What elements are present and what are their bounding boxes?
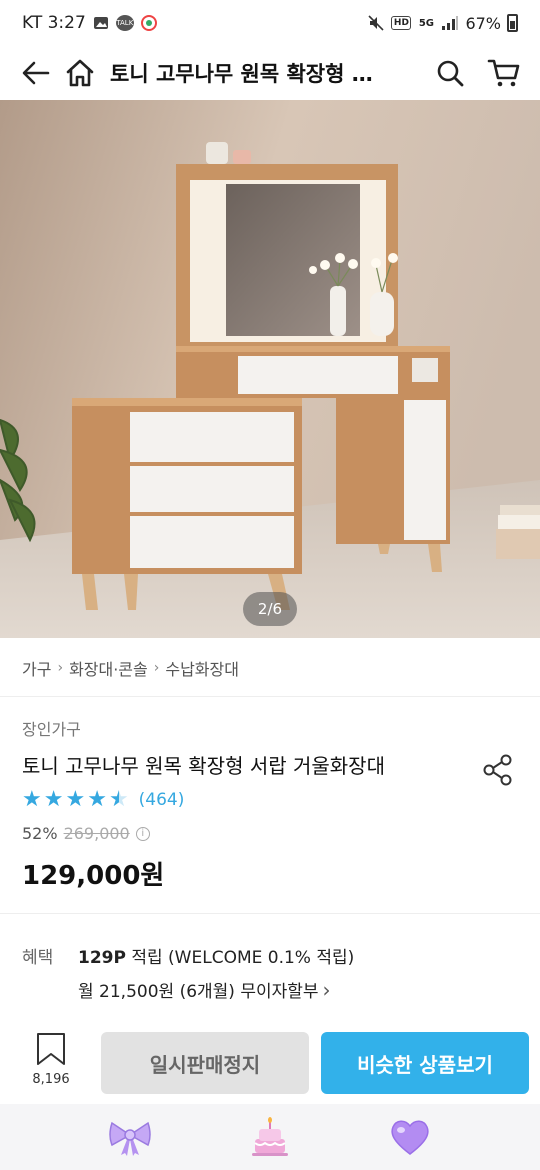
price-row: 52% 269,000 i <box>22 824 150 843</box>
status-time: KT 3:27 <box>22 13 86 33</box>
rating[interactable]: ★ ★ ★ ★ ★ (464) <box>22 789 184 811</box>
share-icon <box>483 754 512 786</box>
divider <box>0 696 540 697</box>
share-button[interactable] <box>478 750 518 790</box>
heart-icon <box>391 1120 429 1155</box>
divider <box>0 913 540 914</box>
info-icon[interactable]: i <box>135 826 150 841</box>
tab-heart[interactable] <box>380 1107 440 1167</box>
discount-rate: 52% <box>22 824 58 843</box>
home-icon <box>66 59 94 87</box>
mute-icon <box>367 14 385 32</box>
tab-cake[interactable] <box>240 1107 300 1167</box>
gallery-icon <box>92 14 110 32</box>
search-button[interactable] <box>428 51 472 95</box>
ribbon-icon <box>109 1121 151 1156</box>
bottom-tab-bar <box>0 1104 540 1170</box>
points-amount: 129P <box>78 948 126 968</box>
back-button[interactable] <box>14 51 58 95</box>
breadcrumb: 가구 › 화장대·콘솔 › 수납화장대 <box>22 656 239 680</box>
app-header: 토니 고무나무 원목 확장형 … <box>0 46 540 100</box>
signal-icon <box>441 14 459 32</box>
bookmark-icon <box>37 1033 65 1065</box>
star-icon: ★ <box>22 787 42 812</box>
installment-link[interactable]: 월 21,500원 (6개월) 무이자할부 › <box>78 977 331 1003</box>
hd-icon: HD <box>391 16 412 30</box>
similar-products-button[interactable]: 비슷한 상품보기 <box>321 1032 529 1094</box>
bookmark-count: 8,196 <box>32 1072 70 1087</box>
original-price: 269,000 <box>63 824 130 843</box>
search-icon <box>437 60 464 87</box>
star-icon: ★ <box>43 787 64 812</box>
installment-text: 월 21,500원 (6개월) 무이자할부 <box>78 982 319 1002</box>
kakaotalk-icon: TALK <box>115 15 134 31</box>
network-icon: 5G <box>418 17 435 29</box>
home-button[interactable] <box>58 51 102 95</box>
star-icon: ★ <box>87 787 107 812</box>
page-title: 토니 고무나무 원목 확장형 … <box>110 62 373 86</box>
sale-price: 129,000원 <box>22 861 165 891</box>
cart-icon <box>487 59 520 87</box>
brand-name[interactable]: 장인가구 <box>22 716 81 740</box>
breadcrumb-item[interactable]: 수납화장대 <box>165 656 239 680</box>
sold-out-button[interactable]: 일시판매정지 <box>101 1032 309 1094</box>
tab-ribbon[interactable] <box>100 1107 160 1167</box>
product-name: 토니 고무나무 원목 확장형 서랍 거울화장대 <box>22 754 385 778</box>
breadcrumb-item[interactable]: 가구 <box>22 656 51 680</box>
chevron-right-icon: › <box>57 660 64 676</box>
benefit-label: 혜택 <box>22 948 54 968</box>
arrow-left-icon <box>22 61 50 85</box>
cart-button[interactable] <box>482 51 526 95</box>
points-text: 적립 (WELCOME 0.1% 적립) <box>125 948 355 968</box>
review-count[interactable]: (464) <box>139 790 185 810</box>
half-star-icon: ★ <box>108 787 129 812</box>
location-icon <box>140 14 158 32</box>
chevron-right-icon: › <box>153 660 160 676</box>
status-bar: KT 3:27 TALK HD 5G 67% <box>0 0 540 46</box>
chevron-right-icon: › <box>322 977 331 1002</box>
cake-icon <box>252 1117 288 1156</box>
battery-icon <box>507 14 518 32</box>
image-counter: 2/6 <box>243 592 297 626</box>
battery-percent: 67% <box>465 13 501 33</box>
breadcrumb-item[interactable]: 화장대·콘솔 <box>69 656 148 680</box>
bookmark-button[interactable]: 8,196 <box>24 1032 78 1087</box>
star-icon: ★ <box>65 787 86 812</box>
vanity-photo <box>0 100 540 638</box>
points-benefit: 129P 적립 (WELCOME 0.1% 적립) <box>78 943 354 968</box>
product-image[interactable] <box>0 100 540 638</box>
